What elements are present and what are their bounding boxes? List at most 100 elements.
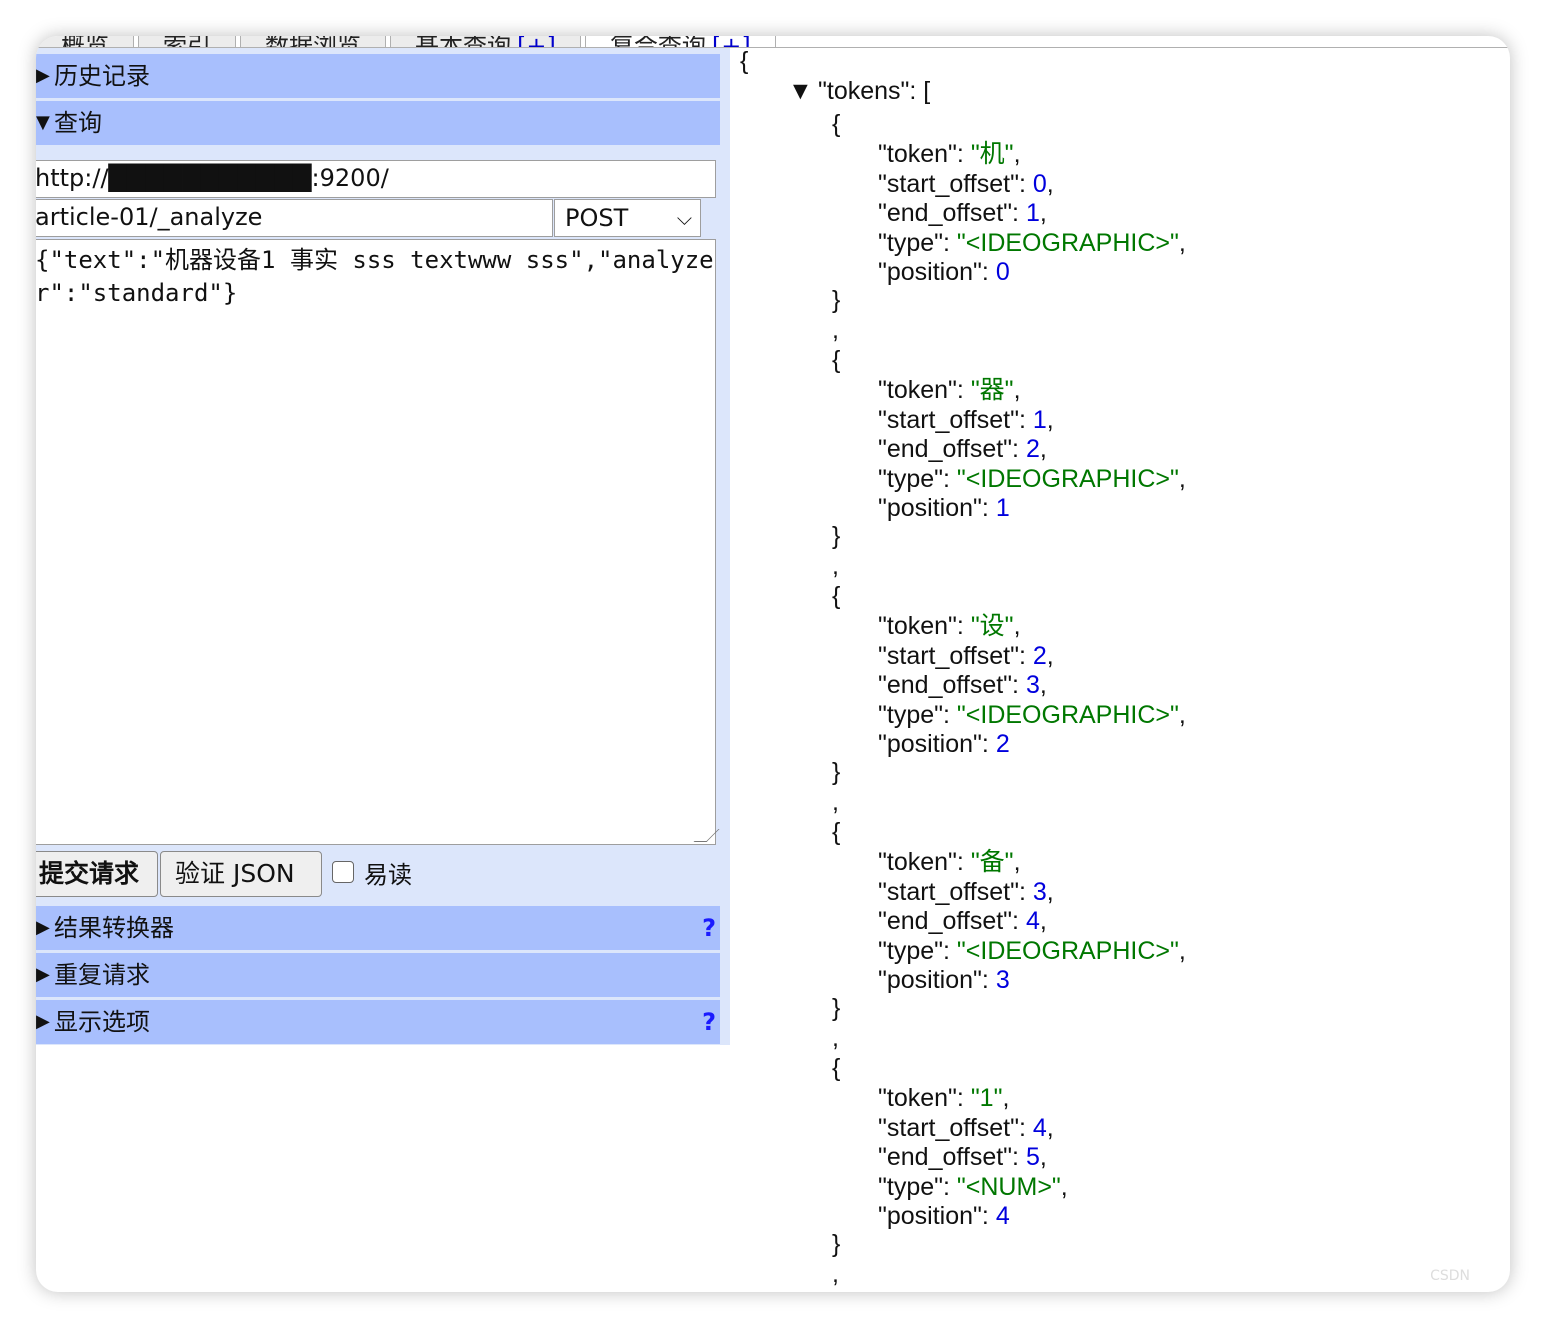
json-field-position: "position": 3 [878, 965, 1010, 995]
section-query[interactable]: ▼ 查询 [36, 101, 720, 145]
json-value: 3 [995, 966, 1010, 994]
json-key: "end_offset": [878, 671, 1026, 699]
json-value: "<NUM>" [956, 1172, 1061, 1201]
resize-handle-icon[interactable] [693, 829, 720, 842]
section-result-transformer[interactable]: ▶ 结果转换器 ? [36, 906, 720, 950]
json-field-end-offset: "end_offset": 4, [878, 906, 1047, 936]
json-value: 2 [1032, 641, 1047, 670]
json-key: "type": [878, 464, 957, 493]
json-value: 0 [995, 258, 1010, 286]
json-comma: , [1039, 671, 1047, 699]
server-url-input[interactable]: http://███████████:9200/ [36, 160, 716, 198]
json-comma: , [1039, 199, 1047, 227]
json-object-open: { [832, 582, 841, 610]
http-method-select[interactable]: POST ⌵ [554, 199, 701, 237]
tab-label: 索引 [163, 36, 211, 47]
json-comma: , [1039, 435, 1047, 463]
validate-json-button[interactable]: 验证 JSON [160, 851, 322, 897]
json-key: "position": [878, 494, 996, 522]
collapsed-triangle-icon: ▶ [36, 917, 50, 938]
json-key: "token": [878, 376, 971, 404]
submit-request-button[interactable]: 提交请求 [36, 851, 158, 897]
request-body-text: {"text":"机器设备1 事实 sss textwww sss","anal… [36, 246, 714, 307]
json-value: 1 [1032, 405, 1047, 434]
section-history[interactable]: ▶ 历史记录 [36, 54, 720, 98]
json-field-type: "type": "<NUM>", [878, 1172, 1068, 1202]
json-comma: , [1002, 1084, 1010, 1112]
json-key: "start_offset": [878, 405, 1033, 434]
browser-window: 概览 索引 数据浏览 基本查询 [+] 复合查询 [+] ▶ 历史记录 ▼ 查询 h… [36, 36, 1510, 1292]
json-key: "token": [878, 612, 971, 640]
json-field-end-offset: "end_offset": 3, [878, 670, 1047, 700]
json-object-close: } [832, 286, 841, 314]
request-path-input[interactable]: article-01/_analyze [36, 199, 553, 237]
json-object-close: } [832, 1230, 841, 1258]
request-body-textarea[interactable]: {"text":"机器设备1 事实 sss textwww sss","anal… [36, 239, 720, 845]
help-icon[interactable]: ? [702, 1000, 716, 1044]
json-field-token: "token": "机", [878, 139, 1021, 169]
section-label: 重复请求 [54, 961, 150, 989]
json-value: 4 [1025, 907, 1040, 935]
json-comma: , [1046, 877, 1054, 906]
json-key: "token": [878, 848, 971, 876]
json-key: "position": [878, 258, 996, 286]
json-key: "start_offset": [878, 641, 1033, 670]
json-field-type: "type": "<IDEOGRAPHIC>", [878, 936, 1186, 966]
pretty-print-label: 易读 [364, 861, 412, 889]
json-comma: , [1046, 169, 1054, 198]
json-comma: , [1046, 1113, 1054, 1142]
json-value: 4 [995, 1202, 1010, 1230]
collapse-triangle-icon[interactable]: ▼ [788, 76, 813, 106]
json-comma: , [1046, 405, 1054, 434]
json-value: "1" [970, 1084, 1003, 1112]
help-icon[interactable]: ? [702, 906, 716, 950]
collapsed-triangle-icon: ▶ [36, 964, 50, 985]
tab-overview[interactable]: 概览 [36, 36, 134, 48]
json-comma: , [1013, 376, 1021, 404]
json-value: 4 [1032, 1113, 1047, 1142]
json-value: 2 [995, 730, 1010, 758]
tab-label: 数据浏览 [265, 36, 361, 47]
json-value: "<IDEOGRAPHIC>" [956, 700, 1179, 729]
tab-plus[interactable]: [+] [517, 36, 556, 47]
json-object-open: { [832, 818, 841, 846]
json-object-open: { [832, 346, 841, 374]
json-key: "token": [878, 140, 971, 168]
json-comma: , [1046, 641, 1054, 670]
json-field-position: "position": 0 [878, 257, 1010, 287]
pretty-print-checkbox[interactable] [332, 861, 354, 883]
json-field-type: "type": "<IDEOGRAPHIC>", [878, 464, 1186, 494]
json-comma: , [1013, 848, 1021, 876]
json-field-token: "token": "备", [878, 847, 1021, 877]
json-object-open: { [832, 1289, 840, 1292]
tab-basic-query[interactable]: 基本查询 [+] [390, 36, 581, 48]
json-key: "start_offset": [878, 169, 1033, 198]
json-value: "备" [970, 848, 1014, 876]
json-field-start-offset: "start_offset": 3, [878, 877, 1054, 907]
json-key: "end_offset": [878, 435, 1026, 463]
json-value: "设" [970, 612, 1014, 640]
json-value: "器" [970, 376, 1014, 404]
json-array-comma: , [832, 788, 839, 816]
json-field-position: "position": 1 [878, 493, 1010, 523]
json-value: 3 [1032, 877, 1047, 906]
section-label: 结果转换器 [54, 914, 174, 942]
json-key: "type": [878, 1172, 957, 1201]
tab-indices[interactable]: 索引 [138, 36, 236, 48]
chevron-down-icon: ⌵ [676, 206, 692, 230]
json-key: "position": [878, 966, 996, 994]
json-object-close: } [832, 994, 841, 1022]
json-value: "<IDEOGRAPHIC>" [956, 228, 1179, 257]
json-comma: , [1178, 700, 1186, 729]
section-display-options[interactable]: ▶ 显示选项 ? [36, 1000, 720, 1044]
json-field-end-offset: "end_offset": 5, [878, 1142, 1047, 1172]
collapsed-triangle-icon: ▶ [36, 1011, 50, 1032]
json-value: "机" [970, 140, 1014, 168]
json-key: "end_offset": [878, 907, 1026, 935]
json-value: 5 [1025, 1143, 1040, 1171]
json-array-comma: , [832, 1260, 839, 1288]
tab-browser[interactable]: 数据浏览 [240, 36, 386, 48]
json-key: "type": [878, 700, 957, 729]
section-repeat-request[interactable]: ▶ 重复请求 [36, 953, 720, 997]
tab-label: 复合查询 [610, 36, 706, 47]
